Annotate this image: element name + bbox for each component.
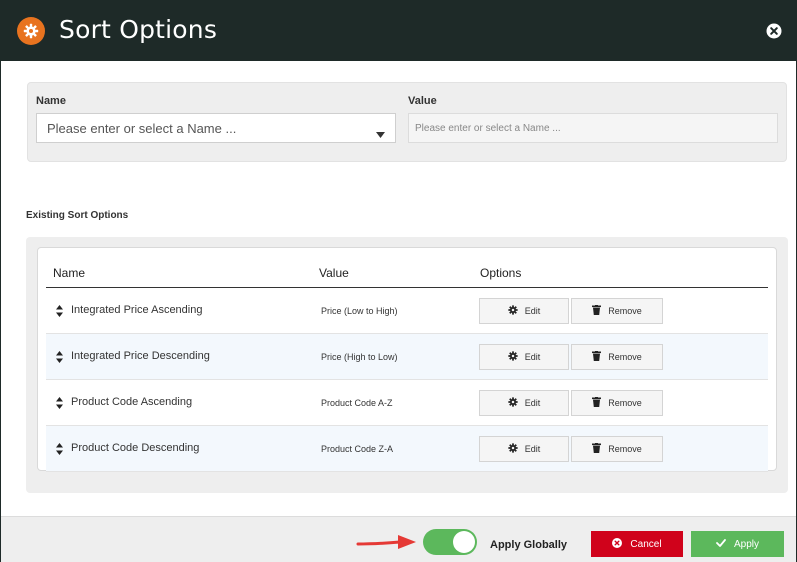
drag-sort-icon[interactable] (56, 304, 63, 322)
modal-footer: Apply Globally Cancel Apply (1, 516, 796, 562)
close-circle-icon (612, 537, 623, 551)
row-value: Price (Low to High) (321, 306, 398, 316)
existing-sort-options-title: Existing Sort Options (26, 210, 129, 221)
gear-icon (508, 443, 518, 455)
apply-globally-toggle[interactable] (423, 529, 477, 555)
drag-sort-icon[interactable] (56, 350, 63, 368)
sort-options-table: Name Value Options Integrated Price Asce… (37, 247, 777, 472)
edit-button[interactable]: Edit (479, 390, 569, 416)
remove-label: Remove (608, 398, 642, 408)
gear-icon (17, 17, 45, 45)
remove-label: Remove (608, 444, 642, 454)
modal-header: Sort Options (1, 1, 796, 61)
column-header-value: Value (319, 266, 349, 280)
edit-label: Edit (524, 352, 541, 362)
gear-icon (508, 351, 518, 363)
row-value: Product Code A-Z (321, 398, 393, 408)
drag-sort-icon[interactable] (56, 396, 63, 414)
sort-options-modal: Sort Options Name Value Please enter or … (0, 0, 797, 562)
existing-sort-options-panel: Name Value Options Integrated Price Asce… (26, 237, 788, 493)
column-header-name: Name (53, 266, 86, 280)
edit-label: Edit (524, 444, 541, 454)
edit-button[interactable]: Edit (479, 436, 569, 462)
cancel-button[interactable]: Cancel (591, 531, 683, 557)
close-icon[interactable] (766, 23, 782, 39)
arrow-right-icon (356, 533, 418, 556)
name-select[interactable]: Please enter or select a Name ... (36, 113, 396, 143)
modal-title: Sort Options (59, 15, 218, 44)
row-name: Product Code Ascending (71, 396, 193, 408)
gear-icon (508, 305, 518, 317)
remove-label: Remove (608, 306, 642, 316)
add-sort-option-form: Name Value Please enter or select a Name… (27, 82, 787, 162)
row-value: Price (High to Low) (321, 352, 398, 362)
name-label: Name (36, 95, 66, 107)
remove-button[interactable]: Remove (571, 344, 663, 370)
table-row: Product Code Ascending Product Code A-Z … (46, 380, 768, 426)
column-header-options: Options (480, 266, 522, 280)
chevron-down-icon (376, 125, 385, 143)
row-value: Product Code Z-A (321, 444, 394, 454)
name-select-placeholder: Please enter or select a Name ... (47, 121, 237, 136)
value-input[interactable] (408, 113, 778, 143)
remove-button[interactable]: Remove (571, 390, 663, 416)
remove-button[interactable]: Remove (571, 298, 663, 324)
table-row: Integrated Price Descending Price (High … (46, 334, 768, 380)
cancel-label: Cancel (630, 538, 662, 550)
edit-label: Edit (524, 306, 541, 316)
check-icon (716, 538, 726, 550)
gear-icon (508, 397, 518, 409)
row-name: Integrated Price Ascending (71, 304, 203, 316)
apply-button[interactable]: Apply (691, 531, 784, 557)
value-label: Value (408, 95, 437, 107)
trash-icon (592, 305, 602, 317)
edit-button[interactable]: Edit (479, 298, 569, 324)
apply-label: Apply (733, 538, 759, 550)
trash-icon (592, 443, 602, 455)
trash-icon (592, 397, 602, 409)
row-name: Product Code Descending (71, 442, 200, 454)
drag-sort-icon[interactable] (56, 442, 63, 460)
toggle-knob (453, 531, 475, 553)
table-row: Product Code Descending Product Code Z-A… (46, 426, 768, 472)
table-row: Integrated Price Ascending Price (Low to… (46, 288, 768, 334)
edit-button[interactable]: Edit (479, 344, 569, 370)
edit-label: Edit (524, 398, 541, 408)
remove-button[interactable]: Remove (571, 436, 663, 462)
apply-globally-label: Apply Globally (490, 539, 568, 551)
row-name: Integrated Price Descending (71, 350, 210, 362)
remove-label: Remove (608, 352, 642, 362)
trash-icon (592, 351, 602, 363)
